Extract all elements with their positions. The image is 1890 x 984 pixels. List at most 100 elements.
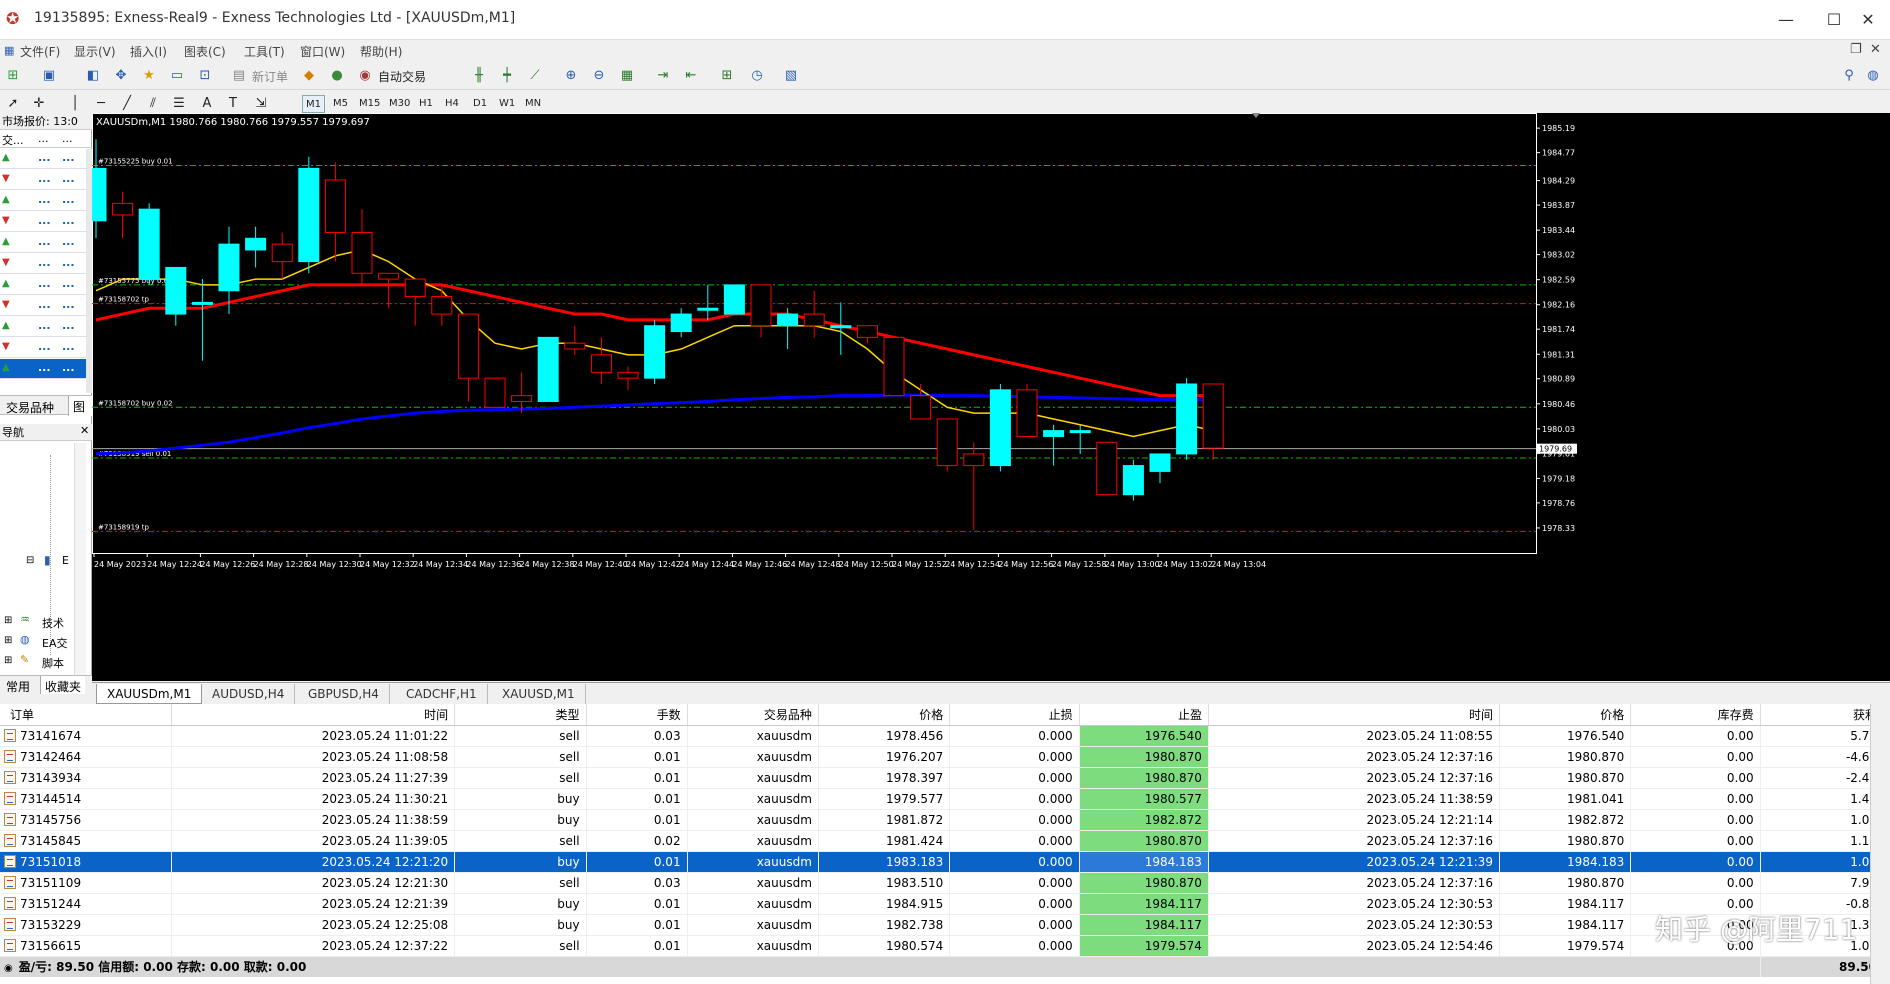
table-row[interactable]: 73142464 2023.05.24 11:08:58 sell 0.01 xauus… <box>0 746 1885 768</box>
col-swap[interactable]: 库存费 <box>1630 704 1761 726</box>
timeframe-m1[interactable]: M1 <box>302 95 325 113</box>
tree-expand-icon[interactable]: ⊞ <box>4 635 12 646</box>
table-row[interactable]: 73151244 2023.05.24 12:21:39 buy 0.01 xauusd… <box>0 893 1885 915</box>
indicators-icon[interactable]: ⊞ <box>716 66 738 86</box>
navigator-scrollbar[interactable] <box>74 443 86 693</box>
market-icon[interactable]: ● <box>326 66 348 86</box>
search-icon[interactable]: ⚲ <box>1838 66 1860 86</box>
table-row[interactable]: 73153229 2023.05.24 12:25:08 buy 0.01 xauusd… <box>0 914 1885 936</box>
zoom-in-icon[interactable]: ⊕ <box>560 66 582 86</box>
periods-icon[interactable]: ◷ <box>746 66 768 86</box>
auto-trading-icon[interactable]: ◉ <box>354 66 376 86</box>
terminal-icon[interactable]: ▭ <box>166 66 188 86</box>
restore-child-icon[interactable]: ❐ <box>1850 42 1862 57</box>
list-item[interactable]: ▼...... <box>0 212 86 232</box>
list-item[interactable]: ▲...... <box>0 359 86 379</box>
list-item[interactable]: ▼...... <box>0 296 86 316</box>
col-type[interactable]: 类型 <box>454 704 587 726</box>
crosshair-icon[interactable]: ✛ <box>28 94 50 114</box>
menu-view[interactable]: 显示(V) <box>74 43 116 60</box>
table-scrollbar[interactable] <box>1870 704 1890 984</box>
profiles-icon[interactable]: ▣ <box>38 66 60 86</box>
new-order-button[interactable]: 新订单 <box>252 68 288 85</box>
col-close-time[interactable]: 时间 <box>1208 704 1500 726</box>
chart-shift-icon[interactable]: ⇥ <box>652 66 674 86</box>
tree-expand-icon[interactable]: ⊞ <box>4 655 12 666</box>
close-button[interactable]: ✕ <box>1844 6 1890 34</box>
col-close-price[interactable]: 价格 <box>1499 704 1632 726</box>
zoom-out-icon[interactable]: ⊖ <box>588 66 610 86</box>
autoscroll-icon[interactable]: ⇤ <box>680 66 702 86</box>
list-item[interactable]: ▲...... <box>0 233 86 253</box>
text-label-icon[interactable]: T <box>222 94 244 114</box>
trendline-icon[interactable]: ╱ <box>116 94 138 114</box>
auto-trading-button[interactable]: 自动交易 <box>378 68 426 85</box>
table-row[interactable]: 73144514 2023.05.24 11:30:21 buy 0.01 xauusd… <box>0 788 1885 810</box>
timeframe-h4[interactable]: H4 <box>442 95 462 113</box>
menu-insert[interactable]: 插入(I) <box>130 43 167 60</box>
tree-item-indicators[interactable]: 技术 <box>42 615 64 631</box>
menu-window[interactable]: 窗口(W) <box>300 43 345 60</box>
col-symbol[interactable]: 交易品种 <box>687 704 819 726</box>
tree-account-label[interactable]: E <box>62 554 69 567</box>
table-row[interactable]: 73151018 2023.05.24 12:21:20 buy 0.01 xauusd… <box>0 851 1885 873</box>
tab-tick-chart[interactable]: 图 <box>68 396 92 416</box>
list-item[interactable]: ▼...... <box>0 170 86 190</box>
navigator-icon[interactable]: ★ <box>138 66 160 86</box>
col-lots[interactable]: 手数 <box>586 704 688 726</box>
col-order[interactable]: 订单 <box>0 704 173 726</box>
mw-col-bid[interactable]: ... <box>38 132 49 145</box>
tab-symbols[interactable]: 交易品种 <box>6 399 54 416</box>
table-row[interactable]: 73151109 2023.05.24 12:21:30 sell 0.03 xauus… <box>0 872 1885 894</box>
chart-tab-xauusdm-m1[interactable]: XAUUSDm,M1 <box>96 684 203 704</box>
menu-charts[interactable]: 图表(C) <box>184 43 226 60</box>
chart-tab-xauusd-m1[interactable]: XAUUSD,M1 <box>492 684 586 704</box>
timeframe-m30[interactable]: M30 <box>386 95 413 113</box>
data-window-icon[interactable]: ✥ <box>110 66 132 86</box>
table-row[interactable]: 73141674 2023.05.24 11:01:22 sell 0.03 xauus… <box>0 725 1885 747</box>
menu-file[interactable]: 文件(F) <box>20 43 60 60</box>
minimize-button[interactable]: — <box>1762 6 1810 34</box>
menu-tools[interactable]: 工具(T) <box>244 43 285 60</box>
price-chart[interactable]: 1985.19 1984.77 1984.29 1983.87 1983.44 1983.… <box>92 113 1890 681</box>
tree-item-scripts[interactable]: 脚本 <box>42 655 64 671</box>
timeframe-m5[interactable]: M5 <box>330 95 351 113</box>
text-icon[interactable]: A <box>196 94 218 114</box>
timeframe-m15[interactable]: M15 <box>356 95 383 113</box>
tab-common[interactable]: 常用 <box>6 678 30 695</box>
col-stop-loss[interactable]: 止损 <box>949 704 1080 726</box>
arrows-icon[interactable]: ⇲ <box>250 94 272 114</box>
mw-col-ask[interactable]: ... <box>62 132 73 145</box>
new-order-icon[interactable]: ▤ <box>228 66 250 86</box>
close-child-icon[interactable]: ✕ <box>1870 42 1881 57</box>
tile-windows-icon[interactable]: ▦ <box>616 66 638 86</box>
channel-icon[interactable]: ⫽ <box>142 94 164 114</box>
app-menu-icon[interactable]: ▦ <box>4 44 14 57</box>
list-item[interactable]: ▲...... <box>0 275 86 295</box>
list-item[interactable]: ▲...... <box>0 191 86 211</box>
new-chart-icon[interactable]: ⊞ <box>2 66 24 86</box>
timeframe-w1[interactable]: W1 <box>496 95 518 113</box>
col-open-price[interactable]: 价格 <box>818 704 951 726</box>
cursor-icon[interactable]: ➚ <box>2 94 24 114</box>
chart-tab-gbpusd-h4[interactable]: GBPUSD,H4 <box>298 684 390 704</box>
list-item[interactable]: ▲...... <box>0 149 86 169</box>
chart-canvas[interactable]: 1985.19 1984.77 1984.29 1983.87 1983.44 1983.… <box>92 113 1890 681</box>
tree-item-experts[interactable]: EA交 <box>42 635 67 651</box>
col-take-profit[interactable]: 止盈 <box>1079 704 1209 726</box>
timeframe-mn[interactable]: MN <box>522 95 544 113</box>
candlestick-icon[interactable]: ┿ <box>496 66 518 86</box>
tab-favorites[interactable]: 收藏夹 <box>40 676 86 694</box>
list-item[interactable]: ▲...... <box>0 317 86 337</box>
timeframe-h1[interactable]: H1 <box>416 95 436 113</box>
tree-collapse-icon[interactable]: ⊟ <box>26 555 34 566</box>
navigator-close-icon[interactable]: ✕ <box>80 424 89 437</box>
line-chart-icon[interactable]: ⟋ <box>524 66 546 86</box>
tree-expand-icon[interactable]: ⊞ <box>4 615 12 626</box>
horizontal-line-icon[interactable]: ─ <box>90 94 112 114</box>
list-item[interactable]: ▼...... <box>0 254 86 274</box>
templates-icon[interactable]: ▧ <box>780 66 802 86</box>
list-item[interactable]: ▼...... <box>0 338 86 358</box>
vertical-line-icon[interactable]: │ <box>64 94 86 114</box>
table-row[interactable]: 73143934 2023.05.24 11:27:39 sell 0.01 xauus… <box>0 767 1885 789</box>
